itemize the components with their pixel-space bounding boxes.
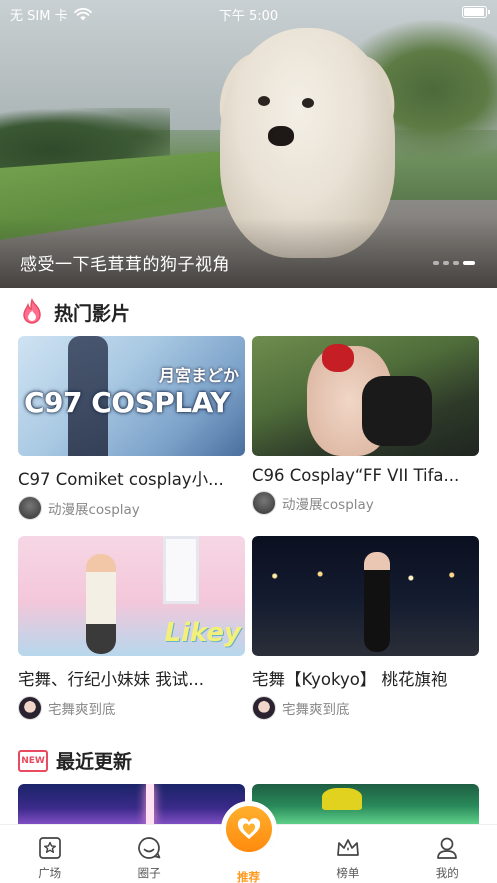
square-star-icon [38, 837, 61, 859]
tab-label: 广场 [38, 866, 62, 880]
thumbnail-figure [163, 536, 199, 604]
thumbnail-text: 月宮まどか [158, 366, 239, 385]
thumbnail-text: Likey [164, 618, 241, 648]
recommend-button[interactable] [221, 801, 277, 857]
video-author[interactable]: 动漫展cosplay [18, 496, 245, 520]
recent-section-header: NEW 最近更新 [18, 747, 132, 774]
dog-eye [258, 96, 270, 106]
video-thumbnail[interactable] [252, 336, 479, 456]
section-title: 热门影片 [54, 302, 131, 325]
banner-caption: 感受一下毛茸茸的狗子视角 [20, 255, 230, 275]
video-title[interactable]: C96 Cosplay“FF VII Tifa... [252, 466, 479, 485]
battery-icon [462, 6, 490, 18]
avatar [18, 696, 42, 720]
thumbnail-figure [362, 376, 432, 446]
crown-icon [337, 839, 359, 856]
flame-icon [23, 298, 41, 324]
video-card[interactable]: Likey 宅舞、行纪小妹妹 我试... 宅舞爽到底 [18, 536, 245, 720]
section-title: 最近更新 [56, 751, 133, 773]
tab-ranking[interactable]: 榜单 [298, 825, 397, 883]
status-bar: 无 SIM 卡 下午 5:00 [0, 0, 497, 26]
thumbnail-figure [322, 344, 354, 372]
hero-banner[interactable]: 感受一下毛茸茸的狗子视角 [0, 0, 497, 288]
hot-section-header: 热门影片 [18, 298, 130, 326]
author-name: 动漫展cosplay [282, 497, 374, 513]
recommend-button-inner [226, 806, 272, 852]
video-thumbnail[interactable]: Likey [18, 536, 245, 656]
tab-label: 榜单 [336, 866, 360, 880]
author-name: 宅舞爽到底 [282, 702, 350, 718]
thumbnail-figure [86, 554, 116, 654]
video-card[interactable]: C96 Cosplay“FF VII Tifa... 动漫展cosplay [252, 336, 479, 515]
user-icon [437, 837, 458, 859]
video-title[interactable]: 宅舞、行纪小妹妹 我试... [18, 666, 245, 690]
page-dot [433, 261, 439, 265]
tab-label: 推荐 [236, 870, 260, 883]
thumbnail-figure [364, 552, 390, 652]
dog-nose [268, 126, 294, 146]
avatar [252, 491, 276, 515]
video-title[interactable]: C97 Comiket cosplay小... [18, 466, 245, 490]
recent-video-thumbnail[interactable] [252, 784, 479, 824]
page-dot [443, 261, 449, 265]
avatar [252, 696, 276, 720]
new-badge-icon: NEW [18, 749, 48, 772]
thumbnail-figure [146, 784, 154, 824]
tab-plaza[interactable]: 广场 [0, 825, 99, 883]
banner-page-indicator [433, 261, 475, 265]
video-thumbnail[interactable] [252, 536, 479, 656]
video-author[interactable]: 宅舞爽到底 [18, 696, 245, 720]
heart-icon [237, 818, 261, 839]
chat-bubble-icon [138, 837, 161, 859]
page-dot-active [463, 261, 475, 265]
video-thumbnail[interactable]: 月宮まどか C97 COSPLAY [18, 336, 245, 456]
video-title[interactable]: 宅舞【Kyokyo】 桃花旗袍 [252, 666, 479, 690]
author-name: 动漫展cosplay [48, 502, 140, 518]
avatar [18, 496, 42, 520]
author-name: 宅舞爽到底 [48, 702, 116, 718]
tab-mine[interactable]: 我的 [398, 825, 497, 883]
recent-video-thumbnail[interactable] [18, 784, 245, 824]
status-time: 下午 5:00 [218, 9, 279, 24]
tab-circle[interactable]: 圈子 [99, 825, 198, 883]
thumbnail-text: C97 COSPLAY [24, 386, 230, 419]
tab-label: 我的 [435, 866, 459, 880]
video-card[interactable]: 月宮まどか C97 COSPLAY C97 Comiket cosplay小..… [18, 336, 245, 520]
video-card[interactable]: 宅舞【Kyokyo】 桃花旗袍 宅舞爽到底 [252, 536, 479, 720]
page-dot [453, 261, 459, 265]
tab-label: 圈子 [137, 866, 161, 880]
dog-eye [302, 98, 314, 108]
video-author[interactable]: 宅舞爽到底 [252, 696, 479, 720]
thumbnail-figure [322, 788, 362, 810]
video-author[interactable]: 动漫展cosplay [252, 491, 479, 515]
